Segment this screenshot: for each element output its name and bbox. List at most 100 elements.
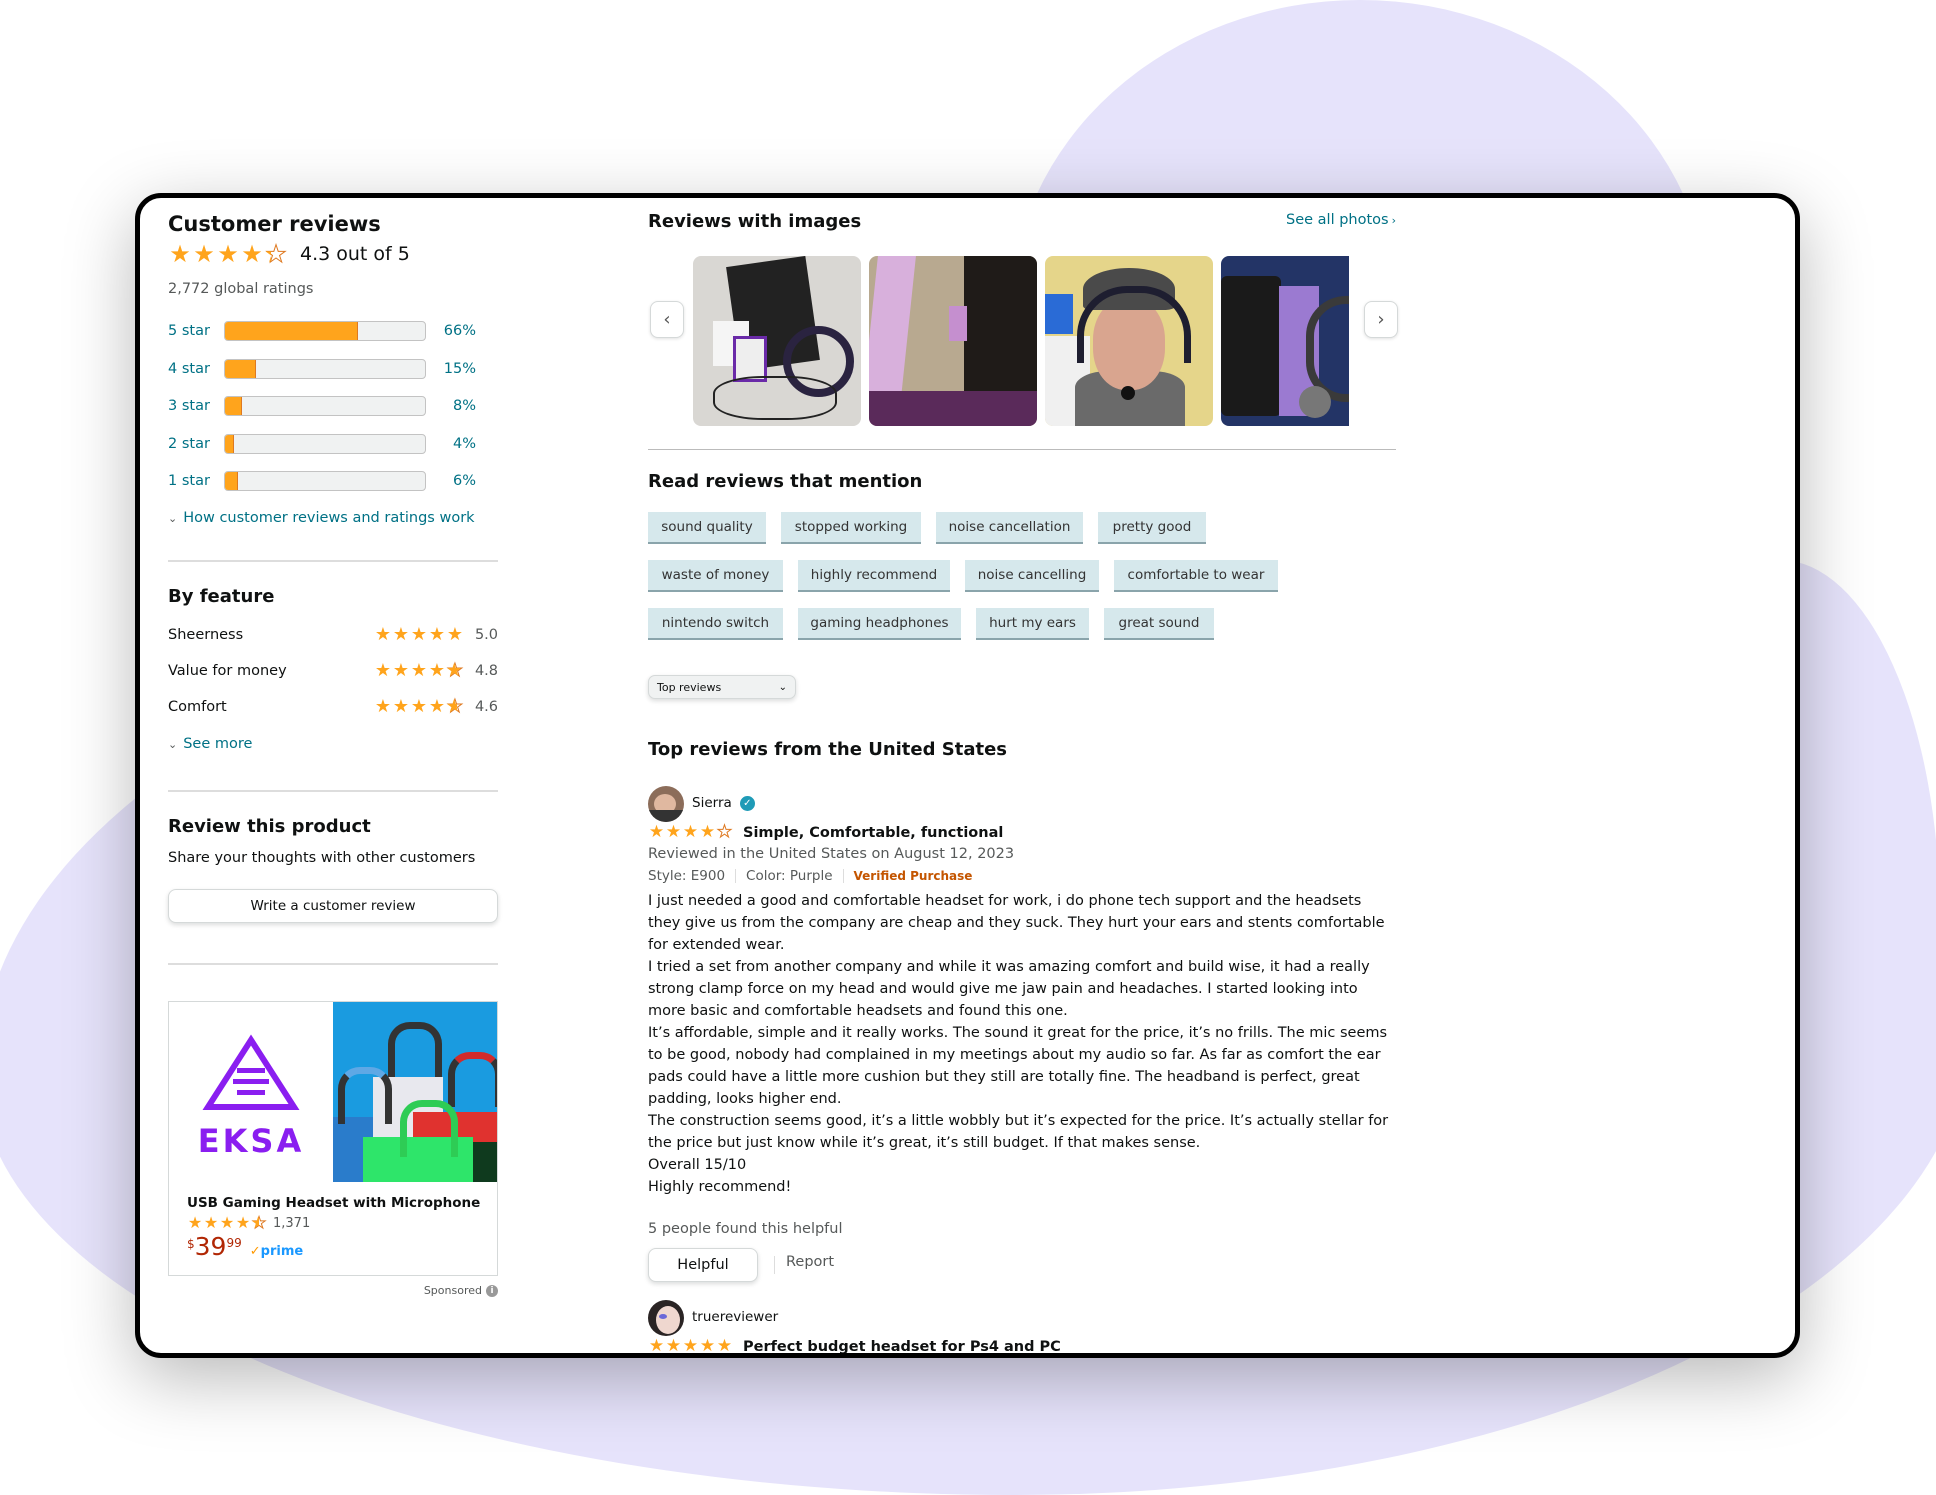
review-color[interactable]: Color: Purple <box>746 868 832 884</box>
write-review-button[interactable]: Write a customer review <box>168 889 498 923</box>
mention-chip[interactable]: gaming headphones <box>798 608 961 640</box>
mention-chip[interactable]: hurt my ears <box>976 608 1089 640</box>
histogram-star-label[interactable]: 5 star <box>168 323 224 339</box>
report-link[interactable]: Report <box>786 1254 834 1270</box>
review-header: ★ ★ ★ ★ ★ Perfect budget headset for Ps4 and… <box>648 1336 1061 1356</box>
sponsored-ad-card[interactable]: EKSA USB Gaming Headset with Microphone … <box>168 1001 498 1276</box>
histogram-star-label[interactable]: 3 star <box>168 398 224 414</box>
histogram-bar[interactable] <box>224 396 426 416</box>
divider <box>168 790 498 792</box>
separator <box>735 869 737 883</box>
mention-chip[interactable]: great sound <box>1104 608 1214 640</box>
review-style[interactable]: Style: E900 <box>648 868 725 884</box>
star-icon: ★ <box>648 1336 665 1356</box>
carousel-prev-button[interactable]: ‹ <box>650 301 684 338</box>
histogram-percent[interactable]: 4% <box>426 436 476 452</box>
sort-reviews-select[interactable]: Top reviews ⌄ <box>648 675 796 699</box>
review-header: ★ ★ ★ ★ ★ Simple, Comfortable, functional <box>648 822 1003 842</box>
star-icon: ★ <box>241 240 263 268</box>
helpful-count: 5 people found this helpful <box>648 1221 843 1237</box>
review-star-rating-icon: ★ ★ ★ ★ ★ <box>648 822 733 842</box>
histogram-percent[interactable]: 6% <box>426 473 476 489</box>
reviewer-avatar[interactable] <box>648 1300 684 1336</box>
histogram-bar-fill <box>225 359 256 378</box>
sponsored-label[interactable]: Sponsored i <box>400 1284 498 1297</box>
histogram-bar[interactable] <box>224 321 426 341</box>
separator <box>842 869 844 883</box>
mention-chip[interactable]: noise cancelling <box>965 560 1099 592</box>
review-variant-info: Style: E900 Color: Purple Verified Purch… <box>648 868 972 884</box>
mention-chip[interactable]: highly recommend <box>798 560 950 592</box>
star-icon: ★ <box>374 660 392 681</box>
see-more-link[interactable]: ⌄ See more <box>168 736 252 752</box>
histogram-bar[interactable] <box>224 471 426 491</box>
star-icon: ★ <box>716 1336 733 1356</box>
carousel-next-button[interactable]: › <box>1364 301 1398 338</box>
ad-product-title[interactable]: USB Gaming Headset with Microphone <box>187 1195 480 1211</box>
feature-rating-row: Value for money★★★★★★4.8 <box>168 660 498 682</box>
feature-value: 4.6 <box>474 699 498 715</box>
star-icon: ★ <box>410 696 428 717</box>
histogram-bar[interactable] <box>224 358 426 379</box>
star-icon: ★ <box>392 696 410 717</box>
mention-chip[interactable]: comfortable to wear <box>1114 560 1278 592</box>
how-reviews-work-link[interactable]: ⌄ How customer reviews and ratings work <box>168 510 475 526</box>
review-headline[interactable]: Perfect budget headset for Ps4 and PC <box>743 1339 1061 1354</box>
review-paragraph: It’s affordable, simple and it really wo… <box>648 1025 1388 1107</box>
mention-chip[interactable]: stopped working <box>781 512 921 544</box>
review-image-2[interactable] <box>869 256 1037 426</box>
star-icon: ★ <box>648 822 665 842</box>
histogram-row[interactable]: 4 star 15% <box>168 358 476 380</box>
star-icon: ★ <box>682 822 699 842</box>
mention-chip[interactable]: noise cancellation <box>936 512 1083 544</box>
star-icon: ★ <box>235 1213 251 1232</box>
helpful-button[interactable]: Helpful <box>648 1248 758 1282</box>
star-icon: ★ <box>682 1336 699 1356</box>
review-image-1[interactable] <box>693 256 861 426</box>
histogram-percent[interactable]: 66% <box>426 323 476 339</box>
mention-chip[interactable]: nintendo switch <box>648 608 783 640</box>
histogram-row[interactable]: 2 star 4% <box>168 433 476 455</box>
review-paragraph: I just needed a good and comfortable hea… <box>648 893 1385 953</box>
star-icon: ★ <box>699 822 716 842</box>
global-ratings-count: 2,772 global ratings <box>168 281 314 297</box>
star-icon: ★★ <box>446 696 464 717</box>
histogram-star-label[interactable]: 1 star <box>168 473 224 489</box>
review-image-4[interactable] <box>1221 256 1349 426</box>
divider <box>168 560 498 562</box>
review-headline[interactable]: Simple, Comfortable, functional <box>743 825 1003 841</box>
histogram-row[interactable]: 3 star 8% <box>168 395 476 417</box>
reviewer-name-row[interactable]: Sierra ✓ <box>692 795 755 811</box>
star-icon: ★★ <box>251 1213 267 1232</box>
star-icon: ★★ <box>264 240 287 268</box>
reviewer-avatar[interactable] <box>648 786 684 822</box>
star-icon: ★ <box>392 624 410 645</box>
histogram-star-label[interactable]: 2 star <box>168 436 224 452</box>
customer-reviews-title: Customer reviews <box>168 212 381 236</box>
histogram-star-label[interactable]: 4 star <box>168 361 224 377</box>
histogram-row[interactable]: 1 star 6% <box>168 470 476 492</box>
star-icon: ★ <box>374 696 392 717</box>
see-more-label: See more <box>183 736 253 752</box>
star-icon: ★ <box>187 1213 203 1232</box>
mention-chip[interactable]: waste of money <box>648 560 783 592</box>
star-icon: ★ <box>219 1213 235 1232</box>
ad-star-rating-icon: ★★★★★★ <box>187 1213 267 1232</box>
mention-chip[interactable]: sound quality <box>648 512 766 544</box>
histogram-row[interactable]: 5 star 66% <box>168 320 476 342</box>
star-icon: ★ <box>193 240 215 268</box>
by-feature-title: By feature <box>168 586 275 607</box>
feature-value: 5.0 <box>474 627 498 643</box>
divider <box>168 963 498 965</box>
chevron-down-icon: ⌄ <box>168 511 178 525</box>
histogram-bar-fill <box>225 434 234 453</box>
svg-text:EKSA: EKSA <box>198 1122 304 1160</box>
chevron-down-icon: ⌄ <box>778 681 787 693</box>
mention-chip[interactable]: pretty good <box>1098 512 1206 544</box>
histogram-percent[interactable]: 8% <box>426 398 476 414</box>
reviewer-name[interactable]: truereviewer <box>692 1309 778 1325</box>
histogram-bar[interactable] <box>224 433 426 454</box>
histogram-percent[interactable]: 15% <box>426 361 476 377</box>
review-image-3[interactable] <box>1045 256 1213 426</box>
review-product-subtitle: Share your thoughts with other customers <box>168 850 476 866</box>
